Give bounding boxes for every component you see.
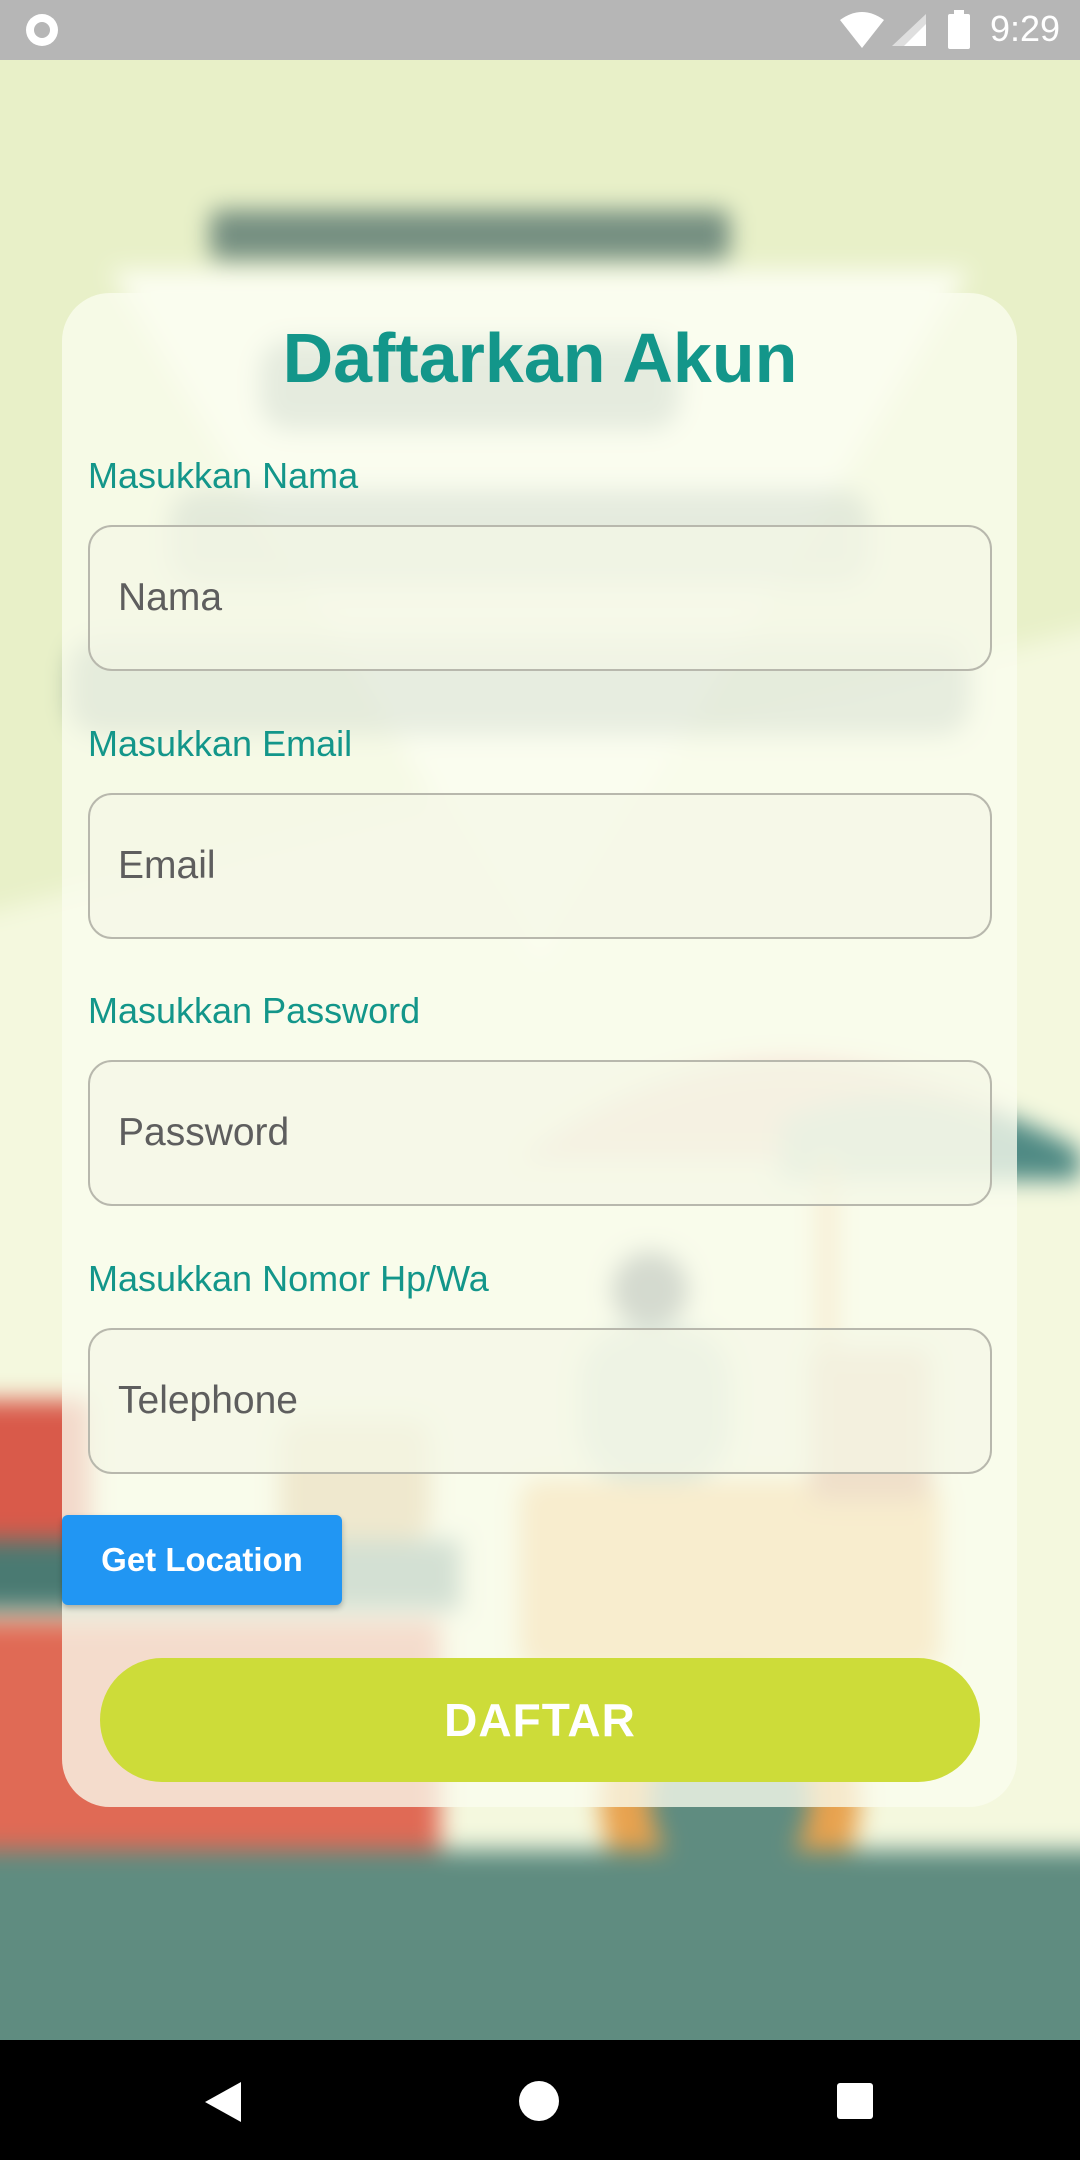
phone-field-label: Masukkan Nomor Hp/Wa xyxy=(88,1258,489,1299)
phone-input[interactable] xyxy=(88,1328,992,1474)
password-field-label: Masukkan Password xyxy=(88,990,421,1031)
recent-apps-icon[interactable] xyxy=(837,2083,873,2119)
signal-icon xyxy=(892,14,926,46)
name-input[interactable] xyxy=(88,525,992,671)
register-button[interactable]: DAFTAR xyxy=(100,1658,980,1782)
email-input[interactable] xyxy=(88,793,992,939)
battery-icon xyxy=(948,10,970,49)
screen: 9:29 Daftarkan Akun Masukkan Nama Masukk… xyxy=(0,0,1080,2160)
name-field-label: Masukkan Nama xyxy=(88,455,359,496)
get-location-button[interactable]: Get Location xyxy=(62,1515,342,1605)
notification-circle-icon xyxy=(26,14,58,46)
password-input[interactable] xyxy=(88,1060,992,1206)
status-time: 9:29 xyxy=(990,8,1061,49)
home-icon[interactable] xyxy=(519,2081,559,2121)
back-icon[interactable] xyxy=(203,2080,243,2124)
email-field-label: Masukkan Email xyxy=(88,723,353,764)
navigation-bar xyxy=(0,2040,1080,2160)
wifi-icon xyxy=(840,12,884,48)
page-title: Daftarkan Akun xyxy=(282,319,798,397)
status-bar: 9:29 xyxy=(0,0,1080,60)
